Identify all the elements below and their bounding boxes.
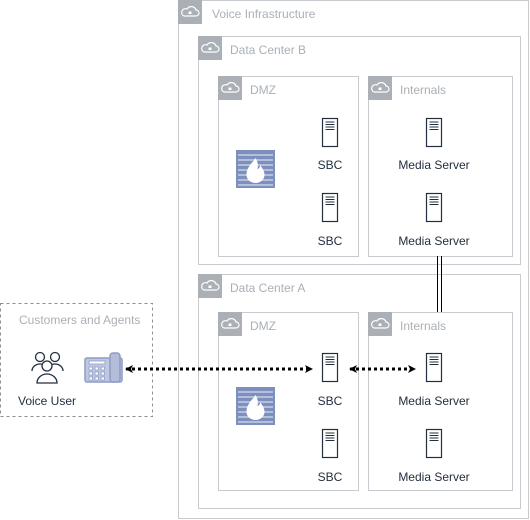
group-label-dc-b-dmz: DMZ xyxy=(250,83,276,97)
cloud-lock-icon xyxy=(217,75,243,101)
server-icon xyxy=(425,428,443,459)
server-icon xyxy=(321,428,339,459)
group-label-dc-a-internals: Internals xyxy=(400,319,447,333)
cloud-lock-icon xyxy=(177,0,203,25)
group-label-data-center-a: Data Center A xyxy=(230,281,306,295)
server-icon xyxy=(425,192,443,223)
desk-phone-icon xyxy=(84,352,123,383)
server-icon xyxy=(425,117,443,148)
cloud-lock-icon xyxy=(197,273,223,299)
node-label-voice-user: Voice User xyxy=(17,394,77,408)
group-label-customers: Customers and Agents xyxy=(19,313,141,327)
server-icon xyxy=(321,192,339,223)
node-label-media-server: Media Server xyxy=(398,234,470,248)
node-label-sbc: SBC xyxy=(317,234,343,248)
server-icon xyxy=(321,117,339,148)
node-label-sbc: SBC xyxy=(317,158,343,172)
users-icon xyxy=(31,351,64,384)
cloud-lock-icon xyxy=(197,35,223,61)
server-icon xyxy=(425,352,443,383)
group-label-data-center-b: Data Center B xyxy=(230,43,307,57)
group-label-voice-infrastructure: Voice Infrastructure xyxy=(212,7,316,21)
node-label-sbc: SBC xyxy=(317,394,343,408)
cloud-lock-icon xyxy=(367,75,393,101)
firewall-icon xyxy=(235,386,276,426)
node-label-media-server: Media Server xyxy=(398,158,470,172)
diagram-canvas xyxy=(0,0,529,519)
server-icon xyxy=(321,352,339,383)
cloud-lock-icon xyxy=(367,311,393,337)
cloud-lock-icon xyxy=(217,311,243,337)
group-label-dc-b-internals: Internals xyxy=(400,83,447,97)
node-label-media-server: Media Server xyxy=(398,470,470,484)
node-label-sbc: SBC xyxy=(317,470,343,484)
node-label-media-server: Media Server xyxy=(398,394,470,408)
firewall-icon xyxy=(235,149,276,189)
group-label-dc-a-dmz: DMZ xyxy=(250,319,276,333)
